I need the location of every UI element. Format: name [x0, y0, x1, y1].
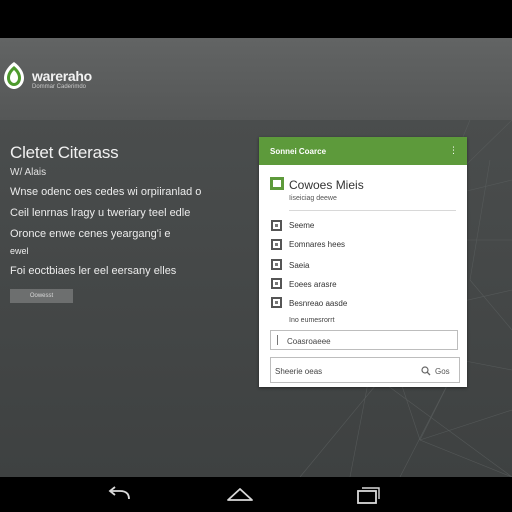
- card-note: Ino eumesrorrt: [289, 317, 335, 324]
- hero-action-button[interactable]: Oowesst: [10, 289, 73, 303]
- brand-name[interactable]: wareraho: [32, 68, 92, 84]
- search-go-label[interactable]: Gos: [435, 367, 450, 376]
- search-icon[interactable]: [421, 366, 431, 376]
- hero-subheading: W/ Alais: [10, 167, 47, 178]
- select-all-checkbox[interactable]: [270, 177, 284, 190]
- option-checkbox[interactable]: [271, 239, 282, 250]
- card-section-subtitle: Iiseiciag deewe: [289, 195, 337, 202]
- options-card: Sonnei Coarce ⋮ Cowoes Mieis Iiseiciag d…: [259, 137, 467, 387]
- search-field[interactable]: Sheerie oeas Gos: [270, 357, 460, 383]
- option-label[interactable]: Seeme: [289, 221, 314, 230]
- hero-text-line: Wnse odenc oes cedes wi orpiiranlad o: [10, 186, 202, 198]
- text-cursor: [277, 335, 278, 345]
- brand-logo-icon[interactable]: [2, 61, 26, 90]
- hero-text-line: ewel: [10, 246, 29, 256]
- text-input[interactable]: Coasroaeee: [270, 330, 458, 350]
- divider: [289, 210, 456, 211]
- option-label[interactable]: Besnreao aasde: [289, 299, 347, 308]
- option-checkbox[interactable]: [271, 259, 282, 270]
- back-icon[interactable]: [105, 486, 133, 504]
- hero-text-line: Oronce enwe cenes yeargang'i e: [10, 228, 171, 240]
- option-checkbox[interactable]: [271, 278, 282, 289]
- navigation-bar: [0, 477, 512, 512]
- option-label[interactable]: Eomnares hees: [289, 240, 345, 249]
- text-input-value: Coasroaeee: [287, 337, 331, 346]
- more-vert-icon[interactable]: ⋮: [449, 146, 458, 155]
- option-checkbox[interactable]: [271, 220, 282, 231]
- option-label[interactable]: Saeia: [289, 261, 309, 270]
- status-bar: [0, 0, 512, 38]
- hero-heading: Cletet Citerass: [10, 143, 119, 162]
- home-icon[interactable]: [226, 486, 254, 504]
- option-label[interactable]: Eoees arasre: [289, 280, 337, 289]
- option-checkbox[interactable]: [271, 297, 282, 308]
- card-section-label: Cowoes Mieis: [289, 178, 364, 192]
- recents-icon[interactable]: [354, 486, 382, 504]
- card-title: Sonnei Coarce: [270, 147, 327, 156]
- search-placeholder: Sheerie oeas: [275, 367, 323, 376]
- hero-text-line: Ceil lenrnas lragy u tweriary teel edle: [10, 207, 191, 219]
- hero-text-line: Foi eoctbiaes ler eel eersany elles: [10, 265, 177, 277]
- card-header: Sonnei Coarce ⋮: [259, 137, 467, 165]
- brand-tagline: Dommar Caderimdo: [32, 84, 87, 90]
